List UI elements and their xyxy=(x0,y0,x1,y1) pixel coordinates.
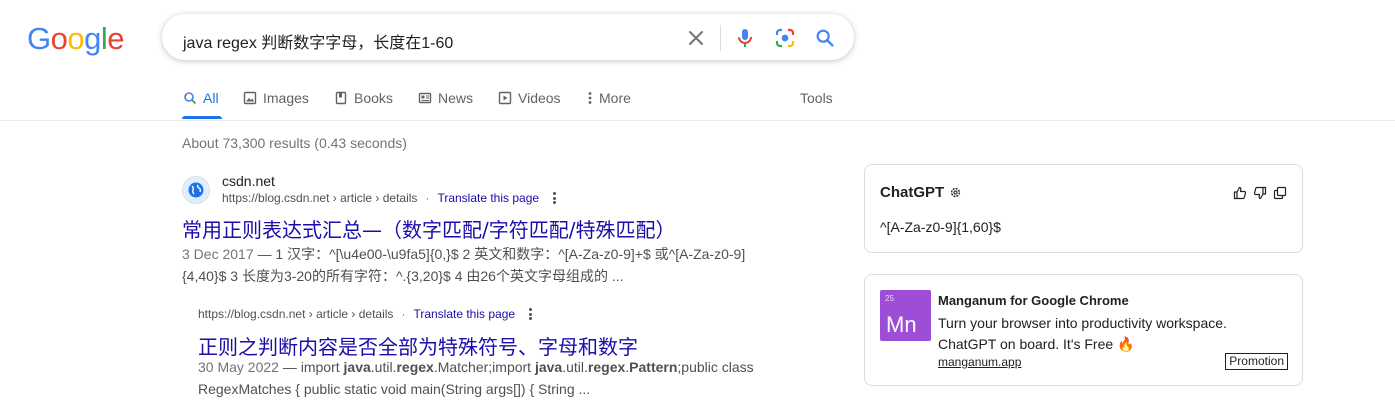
snippet-text: {4,40}$ 3 长度为3-20的所有字符：^.{3,20}$ 4 由26个英… xyxy=(182,268,624,284)
copy-icon[interactable] xyxy=(1272,185,1288,201)
result-url-line: https://blog.csdn.net › article › detail… xyxy=(198,307,533,321)
tab-label: News xyxy=(438,90,474,106)
camera-lens-icon[interactable] xyxy=(773,26,797,50)
separator-dot: · xyxy=(425,191,430,205)
thumbs-down-icon[interactable] xyxy=(1252,185,1268,201)
tab-news[interactable]: News xyxy=(417,88,473,108)
logo-letter: G xyxy=(27,21,51,56)
result-title-link[interactable]: 常用正则表达式汇总—（数字匹配/字符匹配/特殊匹配） xyxy=(182,214,675,243)
thumbs-up-icon[interactable] xyxy=(1232,185,1248,201)
result-date: 3 Dec 2017 xyxy=(182,246,254,262)
snippet-highlight: java xyxy=(534,359,563,375)
snippet-text: — 1 汉字：^[\u4e00-\u9fa5]{0,}$ 2 英文和数字：^[A… xyxy=(253,246,746,262)
tools-label: Tools xyxy=(800,90,833,106)
tools-button[interactable]: Tools xyxy=(800,88,833,108)
chatgpt-actions xyxy=(1232,185,1288,201)
translate-link[interactable]: Translate this page xyxy=(413,307,515,321)
snippet-highlight: java xyxy=(343,359,371,375)
snippet-text: ;public class xyxy=(677,359,754,375)
logo-number: 25 xyxy=(885,294,894,303)
tab-books[interactable]: Books xyxy=(333,88,393,108)
snippet-text: RegexMatches { public static void main(S… xyxy=(198,381,591,397)
news-icon xyxy=(417,90,433,106)
chatgpt-answer: ^[A-Za-z0-9]{1,60}$ xyxy=(880,219,1001,235)
microphone-icon[interactable] xyxy=(733,26,757,50)
manganum-logo: 25 Mn xyxy=(880,290,931,341)
snippet-text: .Matcher;import xyxy=(433,359,535,375)
book-icon xyxy=(333,90,349,106)
tab-label: All xyxy=(203,90,219,106)
tab-all[interactable]: All xyxy=(182,88,222,119)
snippet-highlight: regex xyxy=(396,359,434,375)
chatgpt-title: ChatGPT xyxy=(880,184,962,201)
snippet-text: .util. xyxy=(370,359,397,375)
logo-letter: o xyxy=(50,21,68,56)
close-icon[interactable] xyxy=(684,26,708,50)
promotion-card[interactable]: 25 Mn Manganum for Google Chrome Turn yo… xyxy=(864,274,1303,386)
search-input[interactable]: java regex 判断数字字母，长度在1-60 xyxy=(183,29,453,53)
result-url[interactable]: https://blog.csdn.net › article › detail… xyxy=(198,307,393,321)
image-icon xyxy=(242,90,258,106)
search-icon xyxy=(182,90,198,106)
logo-letter: o xyxy=(67,21,85,56)
promotion-desc-line: ChatGPT on board. It's Free 🔥 xyxy=(938,336,1135,352)
chatgpt-card: ChatGPT ^[A-Za-z0-9]{1,60}$ xyxy=(864,164,1303,253)
promotion-badge: Promotion xyxy=(1225,353,1288,370)
snippet-text: .util. xyxy=(562,359,588,375)
active-tab-indicator xyxy=(182,116,222,119)
kebab-icon xyxy=(587,90,593,106)
result-snippet: 3 Dec 2017 — 1 汉字：^[\u4e00-\u9fa5]{0,}$ … xyxy=(182,243,745,287)
result-site-name[interactable]: csdn.net xyxy=(222,173,275,189)
result-stats: About 73,300 results (0.43 seconds) xyxy=(182,135,407,151)
tab-label: Videos xyxy=(518,90,561,106)
header-divider xyxy=(0,120,1395,121)
tab-label: Books xyxy=(354,90,393,106)
promotion-title[interactable]: Manganum for Google Chrome xyxy=(938,293,1129,308)
promotion-description: Turn your browser into productivity work… xyxy=(938,313,1238,355)
snippet-highlight: regex xyxy=(587,359,626,375)
tab-videos[interactable]: Videos xyxy=(497,88,561,108)
google-logo[interactable]: Google xyxy=(27,21,125,56)
separator-dot: · xyxy=(401,307,406,321)
promotion-desc-line: Turn your browser into productivity work… xyxy=(938,315,1227,331)
tab-images[interactable]: Images xyxy=(242,88,309,108)
tab-label: More xyxy=(599,90,631,106)
more-options-icon[interactable] xyxy=(529,308,533,320)
search-icon[interactable] xyxy=(813,26,837,50)
logo-letter: g xyxy=(84,21,101,56)
chatgpt-title-text: ChatGPT xyxy=(880,184,945,201)
logo-letter: e xyxy=(107,21,125,56)
search-box[interactable]: java regex 判断数字字母，长度在1-60 xyxy=(162,14,854,60)
globe-icon[interactable] xyxy=(182,176,210,204)
result-url[interactable]: https://blog.csdn.net › article › detail… xyxy=(222,191,417,205)
snippet-text: — import xyxy=(278,359,344,375)
search-divider xyxy=(720,25,721,51)
snippet-highlight: Pattern xyxy=(629,359,678,375)
result-snippet: 30 May 2022 — import java.util.regex.Mat… xyxy=(198,356,754,400)
gear-icon[interactable] xyxy=(949,186,962,199)
result-date: 30 May 2022 xyxy=(198,359,279,375)
play-icon xyxy=(497,90,513,106)
more-options-icon[interactable] xyxy=(553,192,557,204)
result-url-line: https://blog.csdn.net › article › detail… xyxy=(222,191,557,205)
tab-label: Images xyxy=(263,90,309,106)
promotion-link[interactable]: manganum.app xyxy=(938,355,1021,369)
translate-link[interactable]: Translate this page xyxy=(437,191,539,205)
logo-text: Mn xyxy=(886,312,917,337)
tab-more[interactable]: More xyxy=(587,88,631,108)
